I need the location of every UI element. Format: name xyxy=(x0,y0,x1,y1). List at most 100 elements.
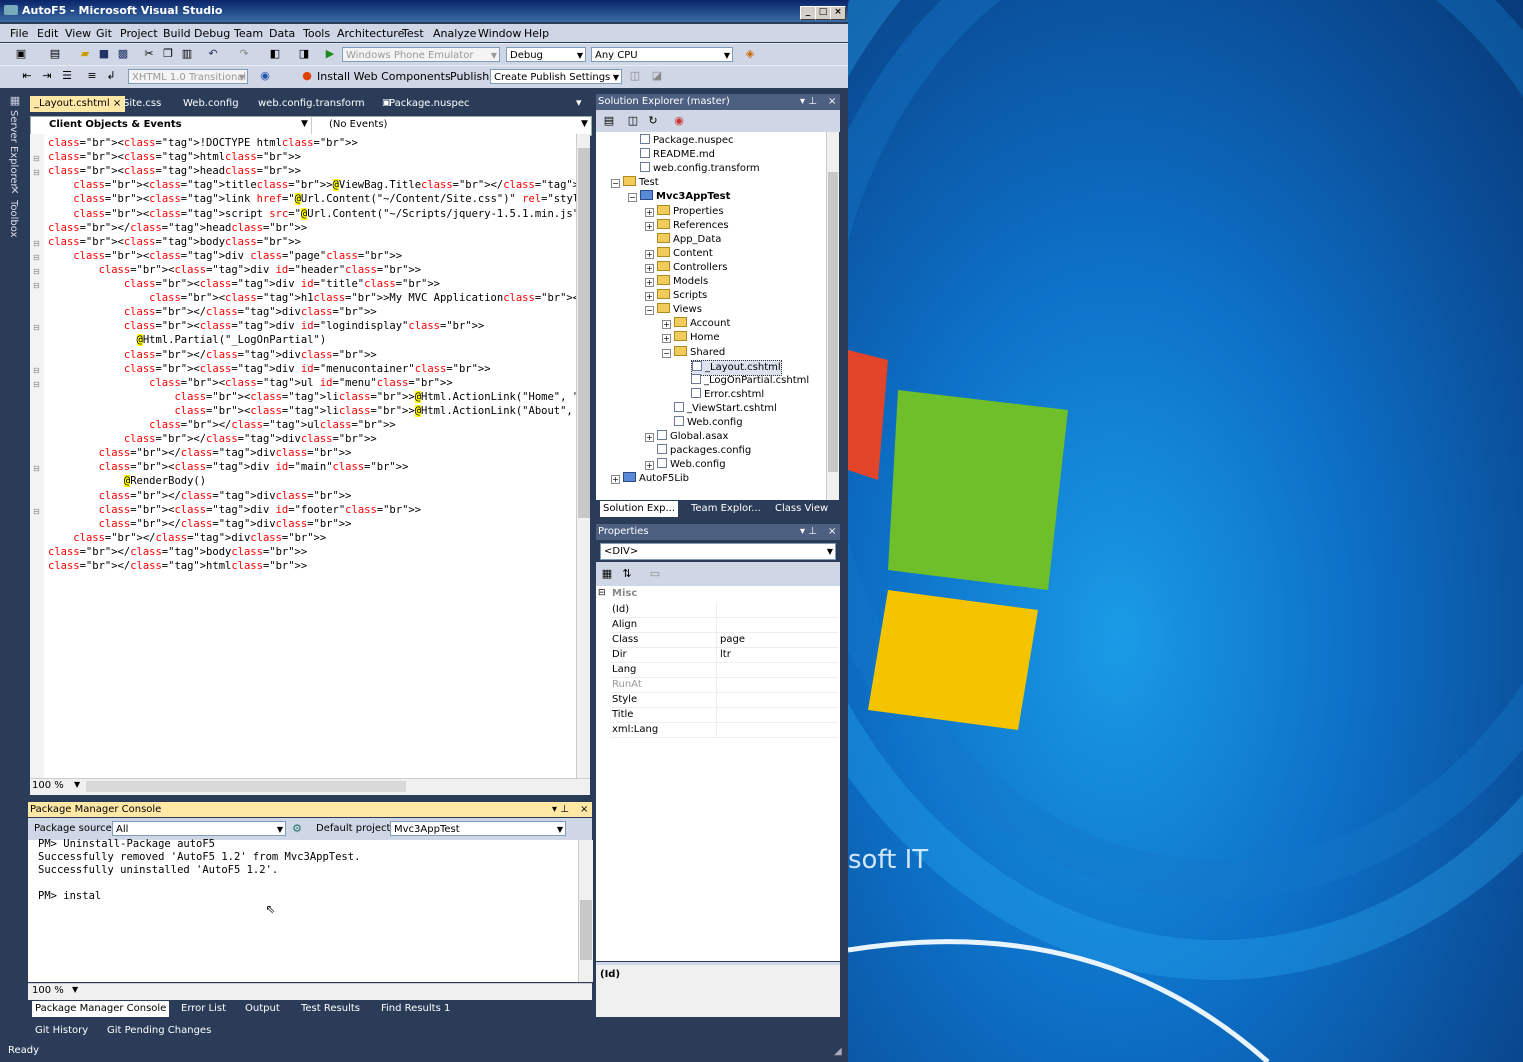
events-select[interactable]: (No Events) ▼ xyxy=(313,117,589,135)
fold-marker[interactable]: ⊟ xyxy=(33,507,40,516)
tree-expander[interactable]: + xyxy=(645,263,654,273)
menu-analyze[interactable]: Analyze xyxy=(433,27,476,40)
fold-marker[interactable]: ⊟ xyxy=(33,253,40,262)
scroll-thumb[interactable] xyxy=(580,900,592,960)
menu-test[interactable]: Test xyxy=(402,27,424,40)
tree-node[interactable]: Package.nuspec xyxy=(640,134,734,148)
property-row[interactable]: Title xyxy=(610,707,838,723)
solution-config-select[interactable]: Debug ▼ xyxy=(506,47,586,62)
doctype-select[interactable]: XHTML 1.0 Transitional ▼ xyxy=(128,69,248,84)
tab-git-pending-changes[interactable]: Git Pending Changes xyxy=(104,1023,214,1039)
uncomment-icon[interactable]: ≡ xyxy=(85,69,99,83)
tree-expander[interactable]: + xyxy=(645,207,654,217)
property-row[interactable]: xml:Lang xyxy=(610,722,838,738)
editor-horizontal-scrollbar[interactable] xyxy=(86,781,406,792)
pin-icon[interactable]: ▾ ⊥ xyxy=(800,524,817,540)
cut-icon[interactable]: ✂ xyxy=(142,47,156,61)
property-value[interactable]: ltr xyxy=(716,647,840,662)
device-target-select[interactable]: Windows Phone Emulator ▼ xyxy=(342,47,500,62)
tree-expander[interactable]: − xyxy=(611,179,620,189)
menu-debug[interactable]: Debug xyxy=(194,27,230,40)
menu-build[interactable]: Build xyxy=(163,27,191,40)
format-icon[interactable]: ↲ xyxy=(104,69,118,83)
package-settings-icon[interactable]: ⚙ xyxy=(290,822,304,836)
property-row[interactable]: RunAt xyxy=(610,677,838,693)
tree-expander[interactable]: − xyxy=(628,193,637,203)
property-row[interactable]: Dir ltr xyxy=(610,647,838,663)
property-pages-icon[interactable]: ▭ xyxy=(648,567,662,581)
install-web-components-button[interactable]: Install Web Components xyxy=(317,70,451,83)
tree-node[interactable]: Error.cshtml xyxy=(691,387,764,402)
property-row[interactable]: Class page xyxy=(610,632,838,648)
menu-help[interactable]: Help xyxy=(524,27,549,40)
menu-file[interactable]: File xyxy=(10,27,28,40)
tree-node[interactable]: web.config.transform xyxy=(640,162,760,176)
show-all-files-icon[interactable]: ◫ xyxy=(626,114,640,128)
property-value[interactable] xyxy=(716,707,840,722)
new-project-icon[interactable]: ▣ xyxy=(14,47,28,61)
solution-platform-select[interactable]: Any CPU ▼ xyxy=(591,47,733,62)
tab-test-results[interactable]: Test Results xyxy=(298,1001,363,1017)
scroll-thumb[interactable] xyxy=(578,148,590,518)
tree-node[interactable]: Web.config xyxy=(657,458,726,472)
tree-node[interactable]: packages.config xyxy=(657,444,751,458)
fold-marker[interactable]: ⊟ xyxy=(33,380,40,389)
tab-layout-cshtml[interactable]: _Layout.cshtml × xyxy=(30,96,126,112)
check-accessibility-icon[interactable]: ◉ xyxy=(258,69,272,83)
categorized-icon[interactable]: ▦ xyxy=(600,567,614,581)
menu-git[interactable]: Git xyxy=(96,27,112,40)
property-value[interactable]: page xyxy=(716,632,840,647)
package-source-select[interactable]: All ▼ xyxy=(112,821,286,836)
chevron-down-icon[interactable]: ▼ xyxy=(72,985,78,994)
editor-vertical-scrollbar[interactable] xyxy=(576,134,590,778)
tree-expander[interactable]: + xyxy=(662,334,671,344)
menu-view[interactable]: View xyxy=(65,27,91,40)
comment-icon[interactable]: ☰ xyxy=(60,69,74,83)
close-panel-icon[interactable]: × xyxy=(828,94,836,110)
menu-architecture[interactable]: Architecture xyxy=(337,27,404,40)
tab-package-nuspec[interactable]: Package.nuspec xyxy=(385,96,474,112)
tree-node[interactable]: Account xyxy=(674,317,730,331)
tree-expander[interactable]: − xyxy=(662,348,671,358)
tree-node[interactable]: Shared xyxy=(674,345,725,360)
pin-icon[interactable]: ▾ ⊥ xyxy=(552,802,569,817)
fold-marker[interactable]: ⊟ xyxy=(33,366,40,375)
client-objects-select[interactable]: Client Objects & Events ▼ xyxy=(31,117,312,135)
console-zoom-select[interactable]: 100 % xyxy=(32,985,64,996)
property-value[interactable] xyxy=(716,692,840,707)
publish-settings-icon[interactable]: ◪ xyxy=(650,69,664,83)
fold-marker[interactable]: ⊟ xyxy=(33,239,40,248)
chevron-down-icon[interactable]: ▼ xyxy=(74,780,80,789)
fold-marker[interactable]: ⊟ xyxy=(33,464,40,473)
publish-settings-select[interactable]: Create Publish Settings ▼ xyxy=(490,69,622,84)
close-button[interactable]: × xyxy=(830,6,846,20)
tree-node[interactable]: Controllers xyxy=(657,260,727,275)
close-panel-icon[interactable]: × xyxy=(580,802,588,817)
tree-node[interactable]: Global.asax xyxy=(657,430,728,444)
indent-icon[interactable]: ⇥ xyxy=(40,69,54,83)
fold-marker[interactable]: ⊟ xyxy=(33,267,40,276)
tab-git-history[interactable]: Git History xyxy=(32,1023,91,1039)
editor-zoom-select[interactable]: 100 % xyxy=(32,780,64,791)
menu-edit[interactable]: Edit xyxy=(37,27,58,40)
menu-team[interactable]: Team xyxy=(234,27,263,40)
console-prompt[interactable]: PM> instal xyxy=(38,890,360,903)
property-value[interactable] xyxy=(716,617,840,632)
property-row[interactable]: Align xyxy=(610,617,838,633)
install-web-components-icon[interactable]: ● xyxy=(300,69,314,83)
tree-expander[interactable]: + xyxy=(645,249,654,259)
tree-node[interactable]: Content xyxy=(657,246,713,261)
undo-icon[interactable]: ↶ xyxy=(206,47,220,61)
publish-web-icon[interactable]: ◫ xyxy=(628,69,642,83)
resize-grip-icon[interactable]: ◢ xyxy=(834,1046,842,1057)
outdent-icon[interactable]: ⇤ xyxy=(20,69,34,83)
menu-data[interactable]: Data xyxy=(269,27,295,40)
tab-overflow-icon[interactable]: ▾ xyxy=(576,96,582,109)
tree-node[interactable]: Test xyxy=(623,176,659,190)
tree-expander[interactable]: − xyxy=(645,306,654,316)
property-value[interactable] xyxy=(716,662,840,677)
fold-marker[interactable]: ⊟ xyxy=(33,323,40,332)
tab-web-config[interactable]: Web.config xyxy=(179,96,243,112)
tree-expander[interactable]: + xyxy=(645,221,654,231)
tree-expander[interactable]: + xyxy=(645,278,654,287)
